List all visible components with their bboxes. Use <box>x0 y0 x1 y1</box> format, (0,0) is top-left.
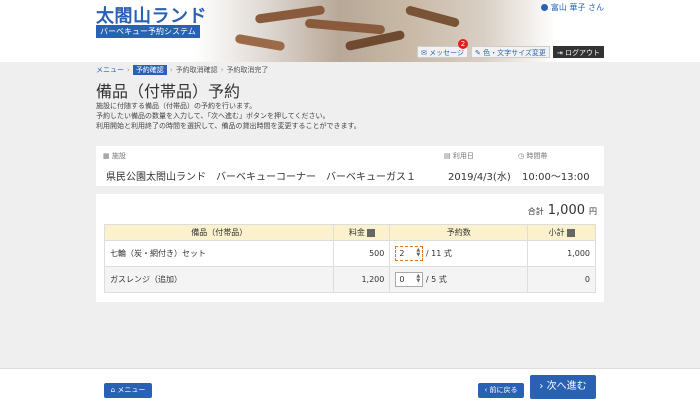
quantity-stepper[interactable]: 0 ▲ ▼ <box>395 272 424 287</box>
facility-value: 県民公園太閤山ランド バーベキューコーナー バーベキューガス１ <box>106 172 416 183</box>
sort-icon <box>366 228 375 237</box>
footer: ⌂ メニュー ‹ 前に戻る › 次へ進む <box>0 368 700 410</box>
facility-label: ▦ 施設 <box>103 152 126 160</box>
header: 太閤山ランド バーベキュー予約システム 富山 華子 さん ✉ メッセージ 2 ✎… <box>0 0 700 62</box>
logout-button[interactable]: ⇥ ログアウト <box>552 46 604 58</box>
chevron-right-icon: › <box>539 381 544 392</box>
breadcrumb-cancel-complete: 予約取消完了 <box>226 66 269 74</box>
spinner-icon[interactable]: ▲ ▼ <box>416 274 421 285</box>
item-price: 500 <box>333 240 391 267</box>
item-subtotal: 1,000 <box>527 240 596 267</box>
item-name: 七輪（炭・網付き）セット <box>103 240 335 267</box>
col-header-price[interactable]: 料金 <box>333 224 391 241</box>
breadcrumb: メニュー › 予約確認 › 予約取消確認 › 予約取消完了 <box>96 65 268 75</box>
calendar-icon: ▤ <box>444 152 451 160</box>
time-value: 10:00～13:00 <box>522 172 590 183</box>
item-subtotal: 0 <box>527 266 596 293</box>
chevron-left-icon: ‹ <box>484 386 488 394</box>
user-name[interactable]: 富山 華子 さん <box>540 2 604 13</box>
page-title: 備品（付帯品）予約 <box>96 82 241 101</box>
facility-info: ▦ 施設 県民公園太閤山ランド バーベキューコーナー バーベキューガス１ ▤ 利… <box>96 146 604 186</box>
time-label: ◷ 時間帯 <box>518 152 548 160</box>
message-button[interactable]: ✉ メッセージ 2 <box>417 39 468 58</box>
next-button[interactable]: › 次へ進む <box>530 375 596 399</box>
equipment-table: 備品（付帯品） 料金 予約数 小計 七輪（炭・網付き）セット 500 2 ▲ ▼ /… <box>103 224 596 293</box>
back-button[interactable]: ‹ 前に戻る <box>478 383 524 398</box>
breadcrumb-separator: › <box>220 66 224 74</box>
qty-cell: 0 ▲ ▼ / 5 式 <box>389 266 529 293</box>
breadcrumb-menu[interactable]: メニュー <box>96 65 124 75</box>
logout-icon: ⇥ <box>556 49 563 57</box>
message-icon: ✉ <box>421 49 427 57</box>
item-name: ガスレンジ（追加） <box>103 266 335 293</box>
table-row: 七輪（炭・網付き）セット 500 2 ▲ ▼ / 11 式 1,000 <box>103 240 596 267</box>
item-price: 1,200 <box>333 266 391 293</box>
total-amount: 1,000 <box>547 203 585 218</box>
breadcrumb-separator: › <box>169 66 173 74</box>
site-subtitle: バーベキュー予約システム <box>96 25 200 38</box>
date-value: 2019/4/3(水) <box>448 172 511 183</box>
font-color-button[interactable]: ✎ 色・文字サイズ変更 <box>470 46 550 58</box>
qty-cell: 2 ▲ ▼ / 11 式 <box>389 240 529 267</box>
brush-icon: ✎ <box>474 49 481 57</box>
sort-icon <box>566 228 575 237</box>
header-buttons: ✉ メッセージ 2 ✎ 色・文字サイズ変更 ⇥ ログアウト <box>417 39 604 58</box>
user-icon <box>540 4 548 11</box>
home-icon: ⌂ <box>110 386 116 394</box>
table-row: ガスレンジ（追加） 1,200 0 ▲ ▼ / 5 式 0 <box>103 266 596 293</box>
description: 施設に付随する備品（付帯品）の予約を行います。 予約したい備品の数量を入力して、… <box>96 102 361 130</box>
breadcrumb-reservation-check[interactable]: 予約確認 <box>132 65 167 75</box>
quantity-stepper[interactable]: 2 ▲ ▼ <box>395 246 424 261</box>
clock-icon: ◷ <box>518 152 525 160</box>
breadcrumb-cancel-confirm: 予約取消確認 <box>175 66 218 74</box>
breadcrumb-separator: › <box>127 66 130 74</box>
col-header-qty: 予約数 <box>389 224 529 241</box>
col-header-item: 備品（付帯品） <box>103 224 335 241</box>
building-icon: ▦ <box>103 152 110 160</box>
spinner-icon[interactable]: ▲ ▼ <box>416 248 421 259</box>
col-header-subtotal[interactable]: 小計 <box>527 224 596 241</box>
message-count-badge: 2 <box>458 39 468 49</box>
date-label: ▤ 利用日 <box>444 152 474 160</box>
total: 合計 1,000 円 <box>527 203 597 218</box>
equipment-panel: 合計 1,000 円 備品（付帯品） 料金 予約数 小計 七輪（炭・網付き）セット … <box>96 194 604 302</box>
menu-button[interactable]: ⌂ メニュー <box>104 383 152 398</box>
